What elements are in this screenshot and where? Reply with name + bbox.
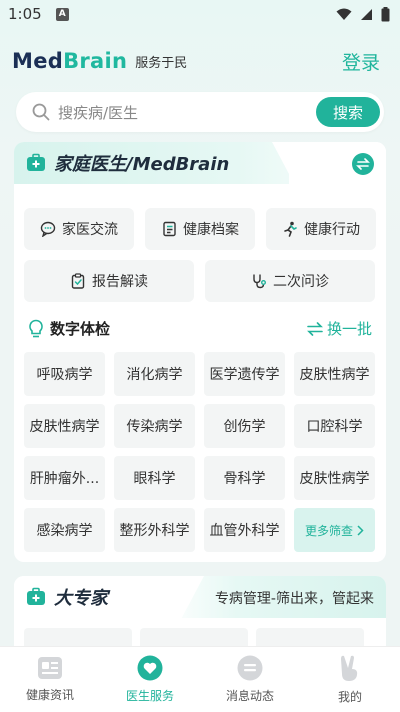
login-button[interactable]: 登录 [342, 48, 380, 75]
more-screening-label: 更多筛查 [304, 523, 353, 538]
service-label: 报告解读 [92, 274, 148, 290]
department-item[interactable]: 眼科学 [114, 456, 195, 500]
tab-label: 我的 [337, 690, 362, 704]
more-screening-button[interactable]: 更多筛查 [294, 508, 375, 552]
digital-exam-title: 数字体检 [50, 320, 111, 338]
tab-mine[interactable]: 我的 [300, 647, 400, 712]
service-second-consult[interactable]: 二次问诊 [205, 260, 375, 302]
heart-icon [137, 655, 163, 681]
digital-exam-header: 数字体检 换一批 [28, 318, 372, 339]
status-bar: 1:05 A [0, 0, 400, 28]
signal-icon [361, 8, 372, 20]
clipboard-check-icon [71, 273, 85, 289]
service-label: 健康行动 [304, 222, 360, 238]
department-item[interactable]: 肝肿瘤外... [24, 456, 105, 500]
medical-kit-icon [27, 587, 45, 605]
experts-subtitle: 专病管理-筛出来，管起来 [214, 591, 374, 607]
family-doctor-title: 家庭医生/MedBrain [54, 154, 230, 175]
department-grid: 呼吸病学 消化病学 医学遗传学 皮肤性病学 皮肤性病学 传染病学 创伤学 口腔科… [24, 352, 376, 552]
stethoscope-icon [253, 274, 266, 289]
department-item[interactable]: 血管外科学 [204, 508, 285, 552]
service-label: 家医交流 [62, 222, 118, 238]
department-item[interactable]: 医学遗传学 [204, 352, 285, 396]
department-item[interactable]: 骨科学 [204, 456, 285, 500]
bottom-tab-bar: 健康资讯 医生服务 消息动态 我的 [0, 646, 400, 712]
department-item[interactable]: 整形外科学 [114, 508, 195, 552]
department-item[interactable]: 口腔科学 [294, 404, 375, 448]
experts-header: 大专家 专病管理-筛出来，管起来 [14, 576, 386, 618]
wifi-icon [336, 8, 352, 20]
department-item[interactable]: 皮肤性病学 [294, 352, 375, 396]
swap-icon [307, 321, 323, 336]
service-health-record[interactable]: 健康档案 [145, 208, 255, 250]
status-time: 1:05 [8, 5, 42, 23]
message-icon [237, 655, 263, 681]
service-health-action[interactable]: 健康行动 [266, 208, 376, 250]
service-report-reading[interactable]: 报告解读 [24, 260, 194, 302]
department-item[interactable]: 皮肤性病学 [294, 456, 375, 500]
search-bar[interactable]: 搜疾病/医生 搜索 [16, 92, 384, 132]
refresh-label: 换一批 [326, 320, 372, 338]
chevron-right-icon [357, 524, 364, 536]
department-item[interactable]: 消化病学 [114, 352, 195, 396]
chat-icon [40, 221, 56, 237]
service-label: 二次问诊 [273, 274, 329, 290]
department-item[interactable]: 皮肤性病学 [24, 404, 105, 448]
medical-kit-icon [27, 153, 45, 171]
experts-title: 大专家 [54, 588, 108, 609]
search-button[interactable]: 搜索 [316, 97, 380, 127]
sim-icon: A [55, 7, 69, 21]
document-icon [163, 221, 176, 237]
tab-health-news[interactable]: 健康资讯 [0, 647, 100, 712]
service-family-chat[interactable]: 家医交流 [24, 208, 134, 250]
tab-label: 消息动态 [225, 689, 274, 703]
victory-hand-icon [341, 655, 358, 681]
news-icon [38, 657, 62, 679]
tab-messages[interactable]: 消息动态 [200, 647, 300, 712]
running-icon [284, 221, 297, 237]
family-doctor-header: 家庭医生/MedBrain [14, 142, 386, 184]
tab-doctor-service[interactable]: 医生服务 [100, 647, 200, 712]
app-header: MedBrain 服务于民 登录 [0, 44, 400, 78]
department-item[interactable]: 呼吸病学 [24, 352, 105, 396]
service-label: 健康档案 [183, 222, 239, 238]
department-item[interactable]: 感染病学 [24, 508, 105, 552]
tab-label: 医生服务 [125, 689, 174, 703]
battery-icon [381, 6, 390, 21]
search-input[interactable]: 搜疾病/医生 [58, 102, 138, 123]
department-item[interactable]: 传染病学 [114, 404, 195, 448]
tab-label: 健康资讯 [25, 688, 74, 702]
medbrain-logo: MedBrain [12, 49, 128, 73]
lightbulb-icon [29, 319, 43, 337]
family-doctor-card: 家庭医生/MedBrain 家医交流 健康档案 健康行动 报告解读 二次问诊 数… [14, 142, 386, 562]
switch-icon[interactable] [352, 153, 374, 175]
slogan: 服务于民 [135, 55, 188, 71]
search-icon [32, 103, 50, 121]
department-item[interactable]: 创伤学 [204, 404, 285, 448]
refresh-button[interactable]: 换一批 [307, 318, 372, 339]
experts-card: 大专家 专病管理-筛出来，管起来 [14, 576, 386, 656]
